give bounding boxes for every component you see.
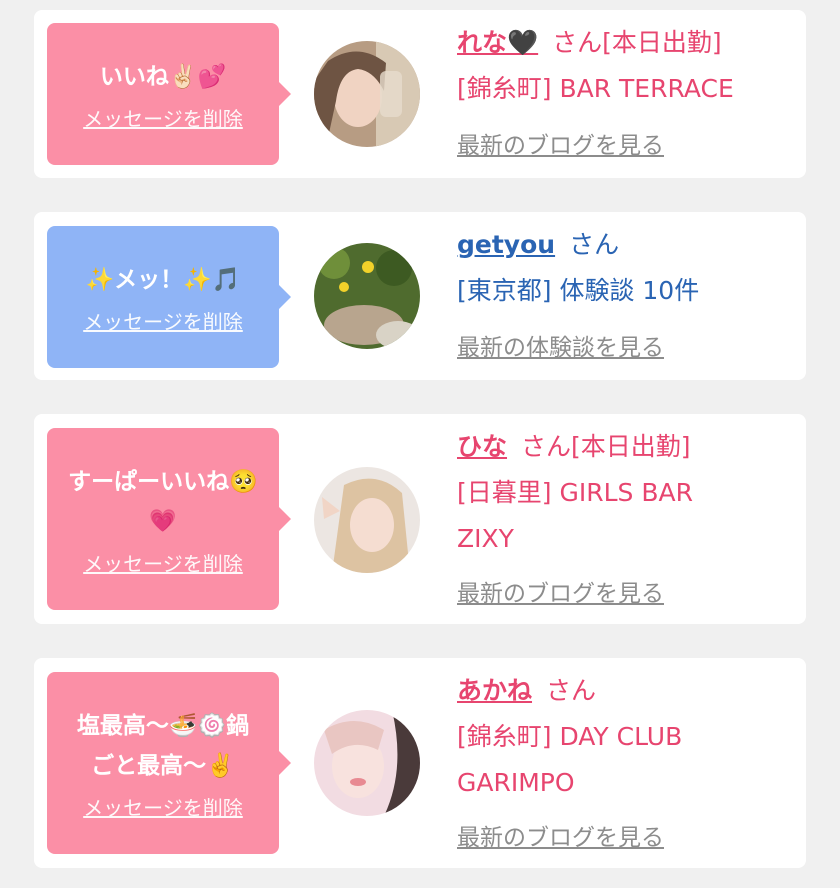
profile-info: getyou さん [東京都] 体験談 10件 最新の体験談を見る	[457, 222, 797, 371]
shop-detail-line2: ZIXY	[457, 524, 514, 553]
message-text-line2: ごと最高〜✌️	[91, 752, 235, 779]
message-card-1: いいね✌🏻💕 メッセージを削除 れな🖤 さん[本日出勤] [錦糸町] BAR TE…	[34, 10, 806, 178]
delete-message-link[interactable]: メッセージを削除	[83, 306, 243, 335]
latest-review-link[interactable]: 最新の体験談を見る	[457, 325, 664, 371]
message-card-3: すーぱーいいね🥺 💗 メッセージを削除 ひな さん[本日出勤] [日暮里] GIR…	[34, 414, 806, 624]
review-detail: [東京都] 体験談 10件	[457, 276, 700, 305]
name-suffix: さん[本日出勤]	[521, 432, 691, 461]
latest-blog-link[interactable]: 最新のブログを見る	[457, 815, 664, 861]
message-bubble: 塩最高〜🍜🍥鍋 ごと最高〜✌️ メッセージを削除	[47, 672, 291, 854]
message-card-4: 塩最高〜🍜🍥鍋 ごと最高〜✌️ メッセージを削除 あかね さん [錦糸町] DAY…	[34, 658, 806, 868]
shop-detail: [日暮里] GIRLS BAR	[457, 478, 693, 507]
profile-info: れな🖤 さん[本日出勤] [錦糸町] BAR TERRACE 最新のブログを見る	[457, 20, 797, 169]
message-text: いいね✌🏻💕	[99, 63, 227, 90]
name-suffix: さん[本日出勤]	[552, 28, 722, 57]
shop-detail: [錦糸町] BAR TERRACE	[457, 74, 734, 103]
message-bubble: ✨メッ！✨🎵 メッセージを削除	[47, 226, 291, 368]
message-text: ✨メッ！✨🎵	[85, 266, 241, 293]
shop-detail: [錦糸町] DAY CLUB	[457, 722, 683, 751]
message-bubble: いいね✌🏻💕 メッセージを削除	[47, 23, 291, 165]
message-text-line2: 💗	[149, 508, 177, 534]
profile-name-link[interactable]: ひな	[457, 432, 507, 461]
delete-message-link[interactable]: メッセージを削除	[83, 792, 243, 821]
profile-name-link[interactable]: getyou	[457, 230, 555, 259]
message-text: 塩最高〜🍜🍥鍋	[76, 712, 250, 739]
avatar[interactable]	[314, 243, 420, 349]
name-suffix: さん	[569, 230, 620, 259]
delete-message-link[interactable]: メッセージを削除	[83, 103, 243, 132]
message-card-2: ✨メッ！✨🎵 メッセージを削除 getyou さん [東京都] 体験談 10件 最…	[34, 212, 806, 380]
name-suffix: さん	[546, 676, 597, 705]
shop-detail-line2: GARIMPO	[457, 768, 575, 797]
profile-name-link[interactable]: あかね	[457, 676, 532, 705]
profile-info: ひな さん[本日出勤] [日暮里] GIRLS BAR ZIXY 最新のブログを見…	[457, 424, 797, 617]
profile-name-link[interactable]: れな🖤	[457, 28, 538, 57]
latest-blog-link[interactable]: 最新のブログを見る	[457, 571, 664, 617]
avatar[interactable]	[314, 467, 420, 573]
message-text: すーぱーいいね🥺	[68, 468, 258, 495]
message-bubble: すーぱーいいね🥺 💗 メッセージを削除	[47, 428, 291, 610]
delete-message-link[interactable]: メッセージを削除	[83, 548, 243, 577]
profile-info: あかね さん [錦糸町] DAY CLUB GARIMPO 最新のブログを見る	[457, 668, 797, 861]
avatar[interactable]	[314, 41, 420, 147]
latest-blog-link[interactable]: 最新のブログを見る	[457, 123, 664, 169]
avatar[interactable]	[314, 710, 420, 816]
